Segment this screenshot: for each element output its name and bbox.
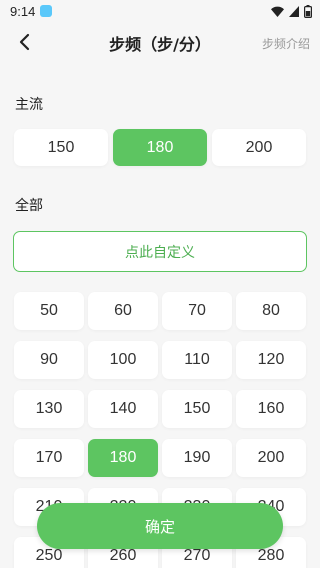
mainstream-option[interactable]: 150 (14, 129, 108, 166)
cadence-option[interactable]: 190 (162, 439, 232, 477)
cadence-option[interactable]: 110 (162, 341, 232, 379)
cadence-option[interactable]: 50 (14, 292, 84, 330)
cadence-option[interactable]: 90 (14, 341, 84, 379)
cadence-option[interactable]: 200 (236, 439, 306, 477)
wifi-icon (271, 6, 284, 17)
mainstream-section-title: 主流 (15, 97, 43, 113)
cadence-option[interactable]: 80 (236, 292, 306, 330)
signal-icon (289, 5, 299, 17)
all-section-title: 全部 (15, 198, 43, 214)
app-badge-icon (40, 5, 53, 17)
chevron-left-icon (19, 33, 30, 51)
cadence-option[interactable]: 130 (14, 390, 84, 428)
status-time: 9:14 (10, 3, 36, 19)
cadence-option[interactable]: 120 (236, 341, 306, 379)
mainstream-options: 150 180 200 (14, 129, 306, 166)
cadence-option[interactable]: 150 (162, 390, 232, 428)
status-icons (271, 4, 312, 18)
cadence-option[interactable]: 60 (88, 292, 158, 330)
cadence-option[interactable]: 140 (88, 390, 158, 428)
custom-cadence-button[interactable]: 点此自定义 (13, 231, 307, 272)
back-button[interactable] (12, 30, 36, 54)
mainstream-option[interactable]: 200 (212, 129, 306, 166)
cadence-option[interactable]: 70 (162, 292, 232, 330)
nav-bar: 步频（步/分） 步频介绍 (0, 22, 320, 64)
cadence-option[interactable]: 170 (14, 439, 84, 477)
cadence-option[interactable]: 100 (88, 341, 158, 379)
status-bar: 9:14 (0, 0, 320, 22)
cadence-option[interactable]: 180 (88, 439, 158, 477)
cadence-option[interactable]: 160 (236, 390, 306, 428)
cadence-intro-link[interactable]: 步频介绍 (262, 35, 310, 52)
battery-icon (304, 4, 312, 18)
confirm-button[interactable]: 确定 (37, 503, 283, 549)
mainstream-option[interactable]: 180 (113, 129, 207, 166)
